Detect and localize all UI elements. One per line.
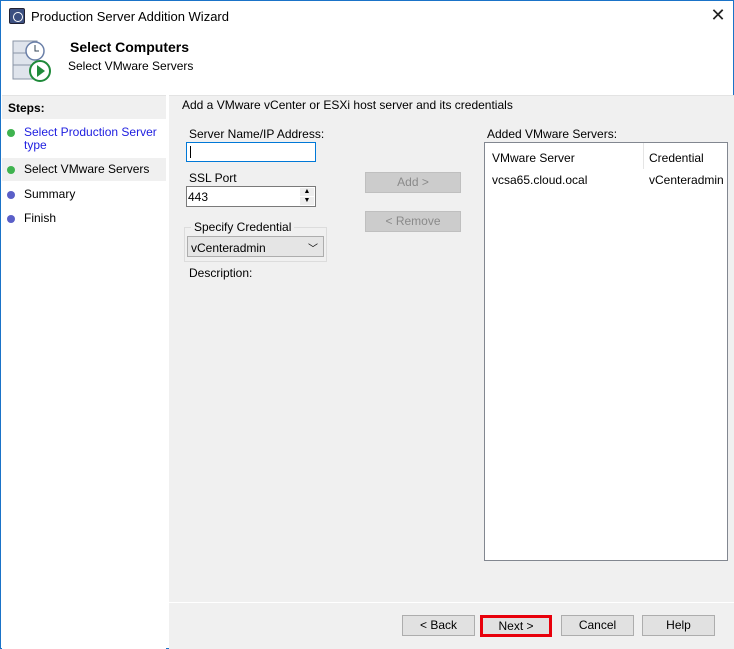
credential-group-label: Specify Credential <box>191 220 295 234</box>
remove-button[interactable]: < Remove <box>365 211 461 232</box>
page-title: Select Computers <box>70 39 190 55</box>
credential-value: vCenteradmin <box>191 241 266 255</box>
add-button[interactable]: Add > <box>365 172 461 193</box>
steps-pane: Steps: Select Production Server type Sel… <box>2 95 166 649</box>
footer-divider <box>169 602 734 603</box>
ssl-port-spinner[interactable]: 443 ▲ ▼ <box>186 186 316 207</box>
back-button[interactable]: < Back <box>402 615 475 636</box>
step-select-production-server-type[interactable]: Select Production Server type <box>2 126 166 152</box>
wizard-server-clock-icon <box>12 40 51 82</box>
description-label: Description: <box>189 266 253 280</box>
step-label: Summary <box>24 187 76 201</box>
added-servers-label: Added VMware Servers: <box>487 127 618 141</box>
instruction-text: Add a VMware vCenter or ESXi host server… <box>182 98 513 112</box>
page-subtitle: Select VMware Servers <box>68 59 194 73</box>
wizard-window: Production Server Addition Wizard ✕ Sele… <box>0 0 734 649</box>
next-button[interactable]: Next > <box>480 615 552 637</box>
server-name-input[interactable] <box>186 142 316 162</box>
column-header-vmware-server[interactable]: VMware Server <box>492 151 575 165</box>
cell-credential: vCenteradmin <box>649 173 724 187</box>
step-select-vmware-servers[interactable]: Select VMware Servers <box>2 158 166 181</box>
window-title: Production Server Addition Wizard <box>31 9 229 24</box>
ssl-port-value: 443 <box>188 190 209 204</box>
close-button[interactable]: ✕ <box>707 5 729 26</box>
main-pane: Add a VMware vCenter or ESXi host server… <box>169 95 734 649</box>
spin-up-icon[interactable]: ▲ <box>300 188 314 196</box>
step-pending-dot-icon <box>7 191 15 199</box>
step-label: Select VMware Servers <box>24 162 150 176</box>
credential-dropdown[interactable]: vCenteradmin ﹀ <box>187 236 324 257</box>
step-label: Finish <box>24 211 57 225</box>
step-finish[interactable]: Finish <box>2 212 166 225</box>
step-pending-dot-icon <box>7 215 15 223</box>
column-header-credential[interactable]: Credential <box>649 151 704 165</box>
chevron-down-icon: ﹀ <box>308 244 318 255</box>
step-complete-dot-icon <box>7 166 15 174</box>
ssl-port-label: SSL Port <box>189 171 237 185</box>
step-complete-dot-icon <box>7 129 15 137</box>
app-icon <box>9 8 25 24</box>
step-label: Select Production Server type <box>24 125 157 152</box>
cancel-button[interactable]: Cancel <box>561 615 634 636</box>
added-servers-list[interactable]: VMware Server Credential vcsa65.cloud.oc… <box>484 142 728 561</box>
steps-heading: Steps: <box>2 96 166 119</box>
cell-server: vcsa65.cloud.ocal <box>492 173 588 187</box>
server-name-label: Server Name/IP Address: <box>189 127 325 141</box>
table-row[interactable]: vcsa65.cloud.ocal vCenteradmin <box>485 165 725 187</box>
spin-down-icon[interactable]: ▼ <box>300 197 314 205</box>
text-cursor <box>190 146 191 158</box>
help-button[interactable]: Help <box>642 615 715 636</box>
step-summary[interactable]: Summary <box>2 188 166 201</box>
